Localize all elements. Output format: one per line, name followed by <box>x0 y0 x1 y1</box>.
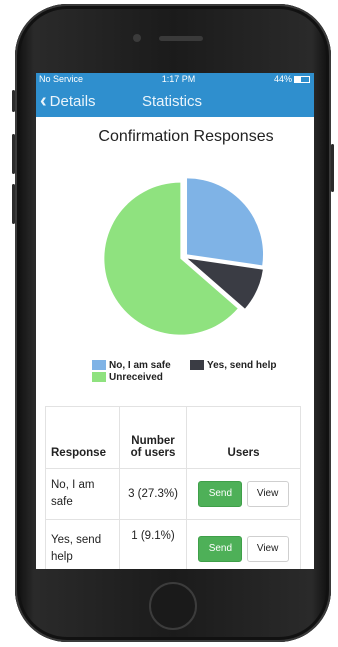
earpiece-speaker <box>159 36 203 41</box>
battery-status: 44% <box>274 74 310 84</box>
chevron-left-icon: ‹ <box>40 90 47 112</box>
carrier-text: No Service <box>39 74 84 84</box>
responses-table: Response Number of users Users No, I am … <box>45 406 301 569</box>
legend-item-help: Yes, send help <box>190 360 276 371</box>
app-screen: No Service 1:17 PM 44% ‹ Details Statist… <box>36 73 314 569</box>
response-cell: No, I am safe <box>45 468 120 520</box>
volume-up-button <box>12 134 15 174</box>
power-button <box>331 144 334 192</box>
chart-legend: No, I am safe Yes, send help Unreceived <box>92 359 276 383</box>
header-response: Response <box>45 406 120 469</box>
table-row: No, I am safe 3 (27.3%) Send View <box>45 468 301 520</box>
send-button[interactable]: Send <box>198 536 243 562</box>
view-button[interactable]: View <box>246 481 289 507</box>
battery-level <box>295 76 302 82</box>
legend-swatch-safe <box>92 360 106 370</box>
back-button[interactable]: ‹ Details <box>36 91 96 111</box>
silent-switch <box>12 90 15 112</box>
send-button[interactable]: Send <box>198 481 243 507</box>
legend-label-safe: No, I am safe <box>109 359 171 371</box>
status-time: 1:17 PM <box>161 74 196 84</box>
pie-slice-no-i-am-safe <box>187 178 264 266</box>
actions-cell: Send View <box>186 468 301 520</box>
status-bar: No Service 1:17 PM 44% <box>36 73 314 85</box>
back-label: Details <box>49 92 96 110</box>
volume-down-button <box>12 184 15 224</box>
table-header-row: Response Number of users Users <box>45 406 301 469</box>
navigation-bar: ‹ Details Statistics <box>36 85 314 117</box>
chart-title: Confirmation Responses <box>98 128 274 145</box>
front-camera <box>133 34 141 42</box>
pie-chart <box>104 178 264 335</box>
page-title: Statistics <box>142 92 203 110</box>
count-cell: 3 (27.3%) <box>119 468 187 520</box>
legend-swatch-help <box>190 360 204 370</box>
count-cell: 1 (9.1%) <box>119 519 187 569</box>
home-button[interactable] <box>149 582 197 630</box>
battery-icon <box>294 75 310 83</box>
header-users: Users <box>186 406 301 469</box>
response-cell: Yes, send help <box>45 519 120 569</box>
battery-percent: 44% <box>273 74 292 84</box>
legend-item-unreceived: Unreceived <box>92 372 163 383</box>
legend-swatch-unreceived <box>92 372 106 382</box>
table-row: Yes, send help 1 (9.1%) Send View <box>45 519 301 569</box>
actions-cell: Send View <box>186 519 301 569</box>
legend-item-safe: No, I am safe <box>92 360 190 371</box>
header-number-of-users: Number of users <box>119 406 187 469</box>
legend-label-unreceived: Unreceived <box>109 371 163 383</box>
view-button[interactable]: View <box>246 536 289 562</box>
legend-label-help: Yes, send help <box>207 359 277 371</box>
